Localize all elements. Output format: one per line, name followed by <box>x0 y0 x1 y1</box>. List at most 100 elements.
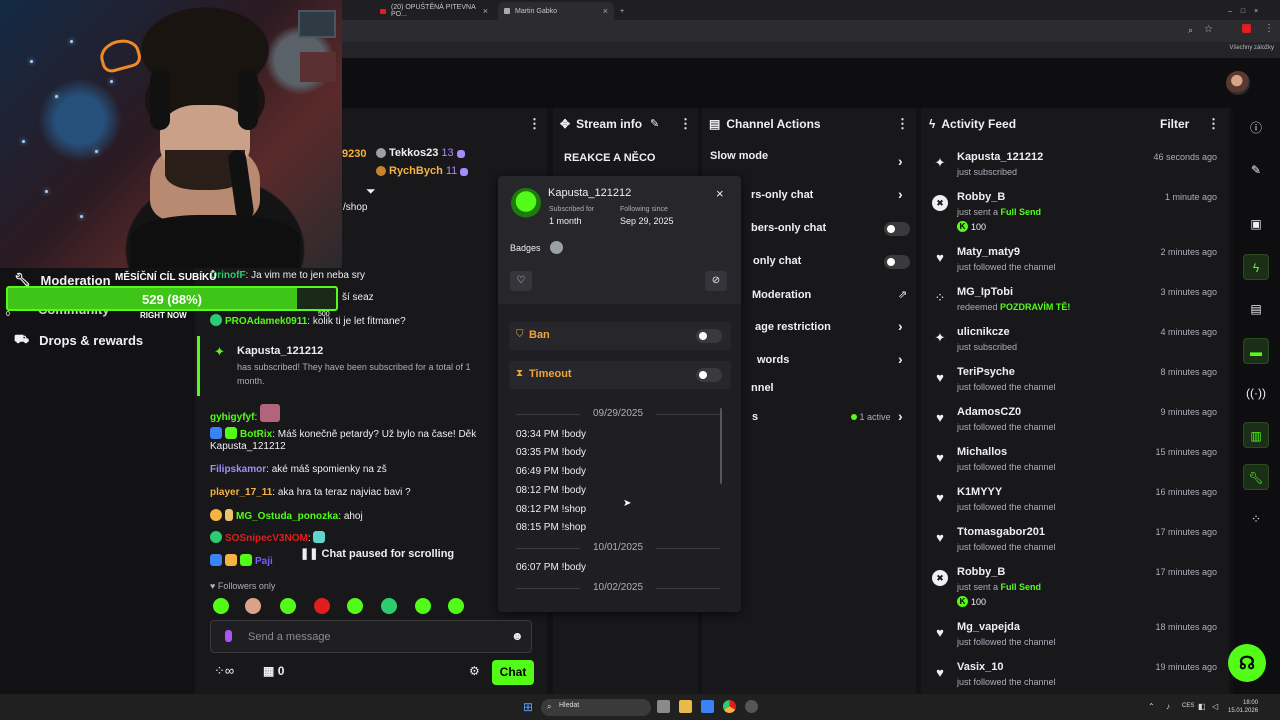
network-icon[interactable]: ◧ <box>1198 702 1206 711</box>
activity-item[interactable]: ✦ ulicnikcze just subscribed 4 minutes ago <box>930 325 1220 365</box>
chat-settings-icon[interactable]: ⚙ <box>469 664 480 678</box>
store-icon[interactable] <box>701 700 714 713</box>
activity-username[interactable]: Michallos <box>957 446 1007 458</box>
activity-item[interactable]: ✦ Kapusta_121212 just subscribed 46 seconds… <box>930 150 1220 190</box>
activity-item[interactable]: ✖ Robby_B just sent a Full Send 17 minutes … <box>930 565 1220 607</box>
activity-username[interactable]: Kapusta_121212 <box>957 151 1043 163</box>
activity-item[interactable]: ♥ K1MYYY just followed the channel 16 minut… <box>930 485 1220 525</box>
action-followers-only[interactable]: rs-only chat <box>751 189 813 201</box>
emote-icon[interactable] <box>314 598 330 614</box>
activity-username[interactable]: Robby_B <box>957 191 1005 203</box>
action-emote-only[interactable]: only chat <box>753 255 801 267</box>
notes-icon[interactable]: ▤ <box>1243 296 1269 322</box>
collapse-icon[interactable]: ⏷ <box>366 184 376 199</box>
activity-username[interactable]: Robby_B <box>957 566 1005 578</box>
taskbar-search[interactable]: ⌕ Hledat <box>541 699 651 716</box>
activity-item[interactable]: ♥ Maty_maty9 just followed the channel 2 mi… <box>930 245 1220 285</box>
layout-icon[interactable]: ▥ <box>1243 422 1269 448</box>
action-subscribers-only[interactable]: bers-only chat <box>751 222 826 234</box>
action-channel[interactable]: nnel <box>751 382 774 394</box>
tray-arrow-icon[interactable]: ⌃ <box>1148 702 1155 711</box>
screen-icon[interactable]: ▣ <box>1243 211 1269 237</box>
broadcast-icon[interactable]: ((·)) <box>1243 380 1269 406</box>
window-controls[interactable]: – □ × <box>1222 2 1280 20</box>
all-bookmarks-link[interactable]: Všechny záložky <box>1229 45 1274 51</box>
filter-button[interactable]: Filter <box>1160 117 1189 131</box>
activity-username[interactable]: Vasix_10 <box>957 661 1004 673</box>
chat-points[interactable]: ▦ 0 <box>263 664 284 678</box>
task-view-icon[interactable] <box>657 700 670 713</box>
volume-icon[interactable]: ◁ <box>1212 702 1218 711</box>
star-icon[interactable]: ☆ <box>1204 24 1213 35</box>
top-gifter-1[interactable]: Tekkos23 13 <box>376 147 468 159</box>
user-avatar[interactable] <box>1226 71 1250 95</box>
activity-item[interactable]: ♥ Mg_vapejda just followed the channel 18 m… <box>930 620 1220 660</box>
app-icon[interactable] <box>745 700 758 713</box>
timeout-toggle[interactable] <box>696 368 722 382</box>
maximize-icon[interactable]: □ <box>1241 8 1245 15</box>
points-icon[interactable]: ⁘ <box>1243 506 1269 532</box>
browser-tab-kick[interactable]: Martin Gabko × <box>498 2 614 20</box>
windows-start-icon[interactable]: ⊞ <box>523 700 533 714</box>
emoji-icon[interactable]: ☻ <box>511 629 524 643</box>
chevron-right-icon[interactable]: › <box>898 318 903 334</box>
follow-heart-button[interactable]: ♡ <box>510 271 532 291</box>
user-card-username[interactable]: Kapusta_121212 <box>548 187 631 199</box>
history-scrollbar[interactable] <box>720 408 722 484</box>
edit-icon[interactable]: ✎ <box>1243 157 1269 183</box>
emote-icon[interactable] <box>381 598 397 614</box>
close-window-icon[interactable]: × <box>1254 8 1258 15</box>
info-icon[interactable]: ⓘ <box>1243 115 1269 141</box>
edit-icon[interactable]: ✎ <box>650 117 659 130</box>
activity-username[interactable]: Ttomasgabor201 <box>957 526 1045 538</box>
chat-send-button[interactable]: Chat <box>492 660 534 685</box>
channel-actions-options-icon[interactable]: ⋮ <box>896 116 909 132</box>
activity-options-icon[interactable]: ⋮ <box>1207 116 1220 132</box>
emote-icon[interactable] <box>213 598 229 614</box>
nav-drops-rewards[interactable]: ⛟ Drops & rewards <box>14 332 143 348</box>
close-tab-icon[interactable]: × <box>483 6 488 16</box>
activity-username[interactable]: K1MYYY <box>957 486 1002 498</box>
close-tab-icon[interactable]: × <box>603 6 608 16</box>
stream-info-options-icon[interactable]: ⋮ <box>679 116 692 132</box>
action-moderation[interactable]: Moderation <box>752 289 811 301</box>
activity-username[interactable]: AdamosCZ0 <box>957 406 1021 418</box>
chat-paused-banner[interactable]: ❚❚ Chat paused for scrolling <box>300 547 454 560</box>
emote-only-toggle[interactable] <box>884 255 910 269</box>
emote-icon[interactable] <box>280 598 296 614</box>
chat-options-icon[interactable]: ⋮ <box>528 116 541 132</box>
emote-icon[interactable] <box>245 598 261 614</box>
chevron-right-icon[interactable]: › <box>898 351 903 367</box>
microphone-icon[interactable] <box>225 630 232 642</box>
language-indicator[interactable]: CES <box>1182 703 1194 709</box>
action-polls[interactable]: s <box>752 411 758 423</box>
wrench-icon[interactable]: 🔧︎ <box>1243 464 1269 490</box>
action-banned-words[interactable]: words <box>757 354 789 366</box>
emote-icon[interactable] <box>448 598 464 614</box>
activity-item[interactable]: ♥ Michallos just followed the channel 15 mi… <box>930 445 1220 485</box>
close-icon[interactable]: × <box>716 186 724 201</box>
activity-item[interactable]: ♥ TeriPsyche just followed the channel 8 mi… <box>930 365 1220 405</box>
lightning-icon[interactable]: ϟ <box>1243 254 1269 280</box>
extension-icon[interactable] <box>1242 24 1251 33</box>
activity-username[interactable]: Mg_vapejda <box>957 621 1020 633</box>
action-age-restriction[interactable]: age restriction <box>755 321 831 333</box>
chevron-right-icon[interactable]: › <box>898 153 903 169</box>
zoom-icon[interactable]: ⌕ <box>1188 25 1193 36</box>
subscribers-only-toggle[interactable] <box>884 222 910 236</box>
external-link-icon[interactable]: ⇗ <box>898 288 907 301</box>
mic-icon[interactable]: ♪ <box>1166 702 1170 711</box>
mute-button[interactable]: ⊘ <box>705 271 727 291</box>
browser-menu-icon[interactable]: ⋮ <box>1264 23 1274 34</box>
top-gifter-2[interactable]: RychBych 11 <box>376 165 471 177</box>
emote-icon[interactable] <box>347 598 363 614</box>
emote-icon[interactable] <box>415 598 431 614</box>
activity-item[interactable]: ♥ AdamosCZ0 just followed the channel 9 min… <box>930 405 1220 445</box>
move-icon[interactable]: ✥ <box>560 117 570 131</box>
chat-input[interactable]: Send a message ☻ <box>210 620 532 653</box>
activity-username[interactable]: MG_IpTobi <box>957 286 1013 298</box>
support-headset-icon[interactable]: ☊ <box>1228 644 1266 682</box>
taskbar-clock[interactable]: 18:00 15.01.2026 <box>1228 699 1258 715</box>
activity-item[interactable]: ♥ Ttomasgabor201 just followed the channel… <box>930 525 1220 565</box>
activity-username[interactable]: Maty_maty9 <box>957 246 1020 258</box>
